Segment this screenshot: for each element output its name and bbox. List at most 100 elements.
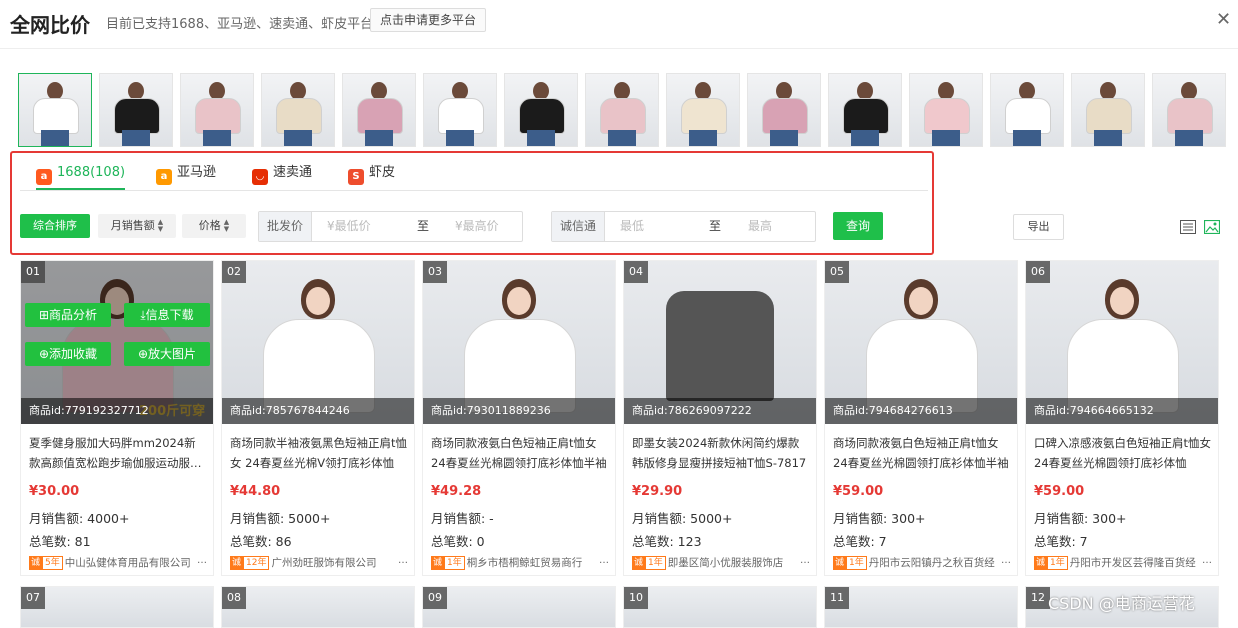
more-icon[interactable]: … — [800, 555, 810, 566]
close-icon[interactable]: ✕ — [1216, 10, 1236, 30]
product-image[interactable]: ⊞商品分析⤓信息下载⊕添加收藏⊕放大图片200斤可穿01商品id:7791923… — [21, 261, 213, 424]
tab-shopee[interactable]: S 虾皮 — [348, 158, 395, 188]
product-title[interactable]: 夏季健身服加大码胖mm2024新款高颜值宽松跑步瑜伽服运动服… — [29, 433, 207, 473]
thumbnail-jeans — [446, 130, 474, 146]
shop-info[interactable]: 诚 1年 桐乡市梧桐鲸虹贸易商行 — [431, 555, 611, 571]
info-download-button[interactable]: ⤓信息下载 — [124, 303, 210, 327]
tab-1688[interactable]: a 1688(108) — [36, 158, 126, 190]
product-image[interactable]: 05 商品id:794684276613 — [825, 261, 1017, 424]
sort-price-button[interactable]: 价格 ▲ ▼ — [182, 214, 246, 238]
tab-amazon[interactable]: a 亚马逊 — [156, 158, 216, 188]
zoom-image-button[interactable]: ⊕放大图片 — [124, 342, 210, 366]
credit-max-input[interactable]: 最高 — [748, 212, 772, 241]
product-card[interactable]: 07 — [20, 586, 214, 628]
product-image[interactable]: 04 商品id:786269097222 — [624, 261, 816, 424]
thumbnail-shirt — [519, 98, 565, 134]
shop-info[interactable]: 诚 1年 丹阳市开发区芸得隆百货经 — [1034, 555, 1214, 571]
thumbnail-item[interactable] — [666, 73, 740, 147]
product-card[interactable]: 06 商品id:794664665132 口碑入凉感液氨白色短袖正肩t恤女24春夏丝… — [1025, 260, 1219, 576]
shop-name: 丹阳市云阳镇丹之秋百货经 — [868, 557, 995, 569]
thumbnail-item[interactable] — [99, 73, 173, 147]
thumbnail-item[interactable] — [423, 73, 497, 147]
thumbnail-item[interactable] — [747, 73, 821, 147]
more-icon[interactable]: … — [197, 555, 207, 566]
product-id: 商品id:794684276613 — [825, 398, 1017, 424]
more-icon[interactable]: … — [1202, 555, 1212, 566]
product-image[interactable]: 06 商品id:794664665132 — [1026, 261, 1218, 424]
product-id: 商品id:793011889236 — [423, 398, 615, 424]
product-card[interactable]: 10 — [623, 586, 817, 628]
thumbnail-jeans — [932, 130, 960, 146]
thumbnail-item[interactable] — [828, 73, 902, 147]
more-icon[interactable]: … — [1001, 555, 1011, 566]
product-title[interactable]: 口碑入凉感液氨白色短袖正肩t恤女24春夏丝光棉圆领打底衫体恤 — [1034, 433, 1212, 473]
apply-more-platforms-button[interactable]: 点击申请更多平台 — [370, 8, 487, 32]
sort-price-label: 价格 — [198, 219, 221, 232]
shop-info[interactable]: 诚 1年 即墨区简小优服装服饰店 — [632, 555, 812, 571]
sort-arrows-icon: ▲ ▼ — [223, 218, 230, 233]
member-years-badge: 1年 — [1047, 556, 1068, 570]
query-button[interactable]: 查询 — [833, 212, 883, 240]
total-orders: 总笔数: 86 — [230, 534, 292, 549]
product-card[interactable]: 03 商品id:793011889236 商场同款液氨白色短袖正肩t恤女24春夏丝光… — [422, 260, 616, 576]
thumbnail-item[interactable] — [909, 73, 983, 147]
product-analysis-button[interactable]: ⊞商品分析 — [25, 303, 111, 327]
thumbnail-shirt — [357, 98, 403, 134]
thumbnail-item[interactable] — [504, 73, 578, 147]
product-card[interactable]: 11 — [824, 586, 1018, 628]
export-button[interactable]: 导出 — [1013, 214, 1064, 240]
credit-min-input[interactable]: 最低 — [620, 212, 644, 241]
product-card[interactable]: 05 商品id:794684276613 商场同款液氨白色短袖正肩t恤女24春夏丝光… — [824, 260, 1018, 576]
trust-badge-icon: 诚 — [833, 556, 847, 570]
thumbnail-item[interactable] — [180, 73, 254, 147]
thumbnail-item[interactable] — [261, 73, 335, 147]
thumbnail-item[interactable] — [990, 73, 1064, 147]
product-card[interactable]: 09 — [422, 586, 616, 628]
credit-range: 诚信通 最低 至 最高 — [551, 211, 816, 242]
grid-view-icon[interactable] — [1204, 220, 1220, 234]
shop-info[interactable]: 诚 12年 广州劲旺服饰有限公司 — [230, 555, 410, 571]
thumbnail-shirt — [924, 98, 970, 134]
shop-name: 丹阳市开发区芸得隆百货经 — [1069, 557, 1196, 569]
trust-badge-icon: 诚 — [29, 556, 43, 570]
product-title[interactable]: 商场同款半袖液氨黑色短袖正肩t恤女 24春夏丝光棉V领打底衫体恤 — [230, 433, 408, 473]
product-title[interactable]: 商场同款液氨白色短袖正肩t恤女24春夏丝光棉圆领打底衫体恤半袖 — [833, 433, 1011, 473]
product-index: 03 — [423, 261, 447, 283]
product-card[interactable]: 04 商品id:786269097222 即墨女装2024新款休闲简约爆款韩版修身显… — [623, 260, 817, 576]
list-view-icon[interactable] — [1180, 220, 1196, 234]
max-price-input[interactable]: ¥最高价 — [455, 212, 499, 241]
thumbnail-item[interactable] — [1152, 73, 1226, 147]
min-price-input[interactable]: ¥最低价 — [327, 212, 371, 241]
shop-info[interactable]: 诚 1年 丹阳市云阳镇丹之秋百货经 — [833, 555, 1013, 571]
thumbnail-jeans — [1013, 130, 1041, 146]
tab-aliexpress[interactable]: ◡ 速卖通 — [252, 158, 312, 188]
add-favorite-button[interactable]: ⊕添加收藏 — [25, 342, 111, 366]
product-title[interactable]: 商场同款液氨白色短袖正肩t恤女24春夏丝光棉圆领打底衫体恤半袖 — [431, 433, 609, 473]
product-image[interactable]: 02 商品id:785767844246 — [222, 261, 414, 424]
more-icon[interactable]: … — [599, 555, 609, 566]
total-orders: 总笔数: 0 — [431, 534, 485, 549]
product-image[interactable]: 03 商品id:793011889236 — [423, 261, 615, 424]
sort-default-button[interactable]: 综合排序 — [20, 214, 90, 238]
product-title[interactable]: 即墨女装2024新款休闲简约爆款韩版修身显瘦拼接短袖T恤S-7817 — [632, 433, 810, 473]
1688-icon: a — [36, 169, 52, 185]
thumbnail-item[interactable] — [342, 73, 416, 147]
shop-info[interactable]: 诚 5年 中山弘健体育用品有限公司 — [29, 555, 209, 571]
sort-sales-button[interactable]: 月销售额 ▲ ▼ — [98, 214, 176, 238]
product-card[interactable]: 08 — [221, 586, 415, 628]
product-card[interactable]: 02 商品id:785767844246 商场同款半袖液氨黑色短袖正肩t恤女 24春… — [221, 260, 415, 576]
thumbnail-jeans — [41, 130, 69, 146]
trust-badge-icon: 诚 — [1034, 556, 1048, 570]
more-icon[interactable]: … — [398, 555, 408, 566]
thumbnail-shirt — [600, 98, 646, 134]
product-index: 08 — [222, 587, 246, 609]
magnifier-icon: ⊕ — [137, 347, 149, 361]
product-card[interactable]: ⊞商品分析⤓信息下载⊕添加收藏⊕放大图片200斤可穿01商品id:7791923… — [20, 260, 214, 576]
thumbnail-item[interactable] — [585, 73, 659, 147]
product-price: ¥49.28 — [431, 484, 482, 499]
thumbnail-item[interactable] — [18, 73, 92, 147]
thumbnail-shirt — [681, 98, 727, 134]
member-years-badge: 1年 — [846, 556, 867, 570]
thumbnail-item[interactable] — [1071, 73, 1145, 147]
product-index: 11 — [825, 587, 849, 609]
